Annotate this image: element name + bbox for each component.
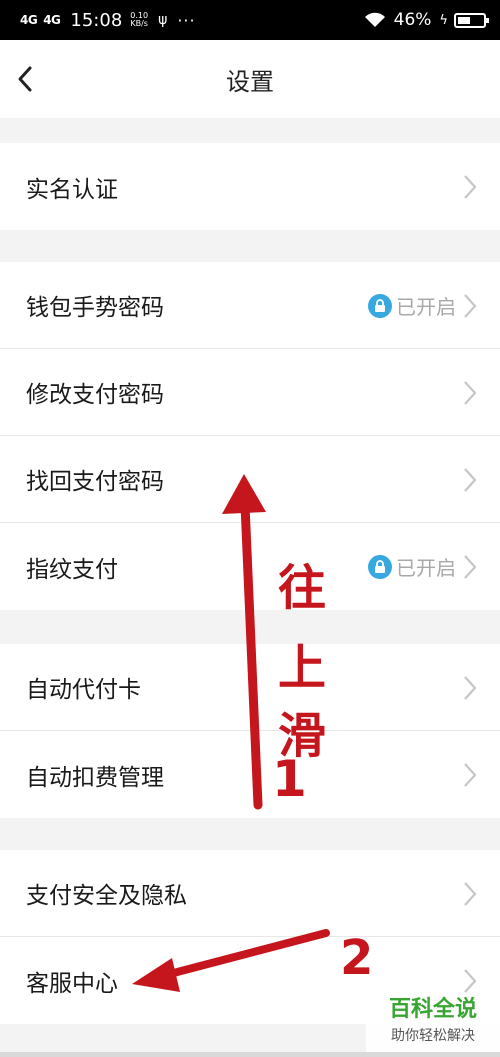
- swipe-up-arrow-icon: [222, 474, 266, 810]
- watermark-subtitle: 助你轻松解决: [391, 1028, 475, 1044]
- annotation-swipe-char-1: 往: [278, 560, 327, 616]
- annotation-arrows: [132, 474, 330, 992]
- watermark: 百科全说 助你轻松解决: [366, 993, 500, 1057]
- annotation-swipe-char-2: 上: [278, 640, 327, 696]
- bottom-edge: [0, 1052, 500, 1057]
- annotation-step-1: 1: [272, 750, 307, 808]
- pointer-arrow-icon: [132, 929, 330, 992]
- annotation-step-2: 2: [340, 930, 374, 986]
- watermark-title: 百科全说: [388, 997, 477, 1022]
